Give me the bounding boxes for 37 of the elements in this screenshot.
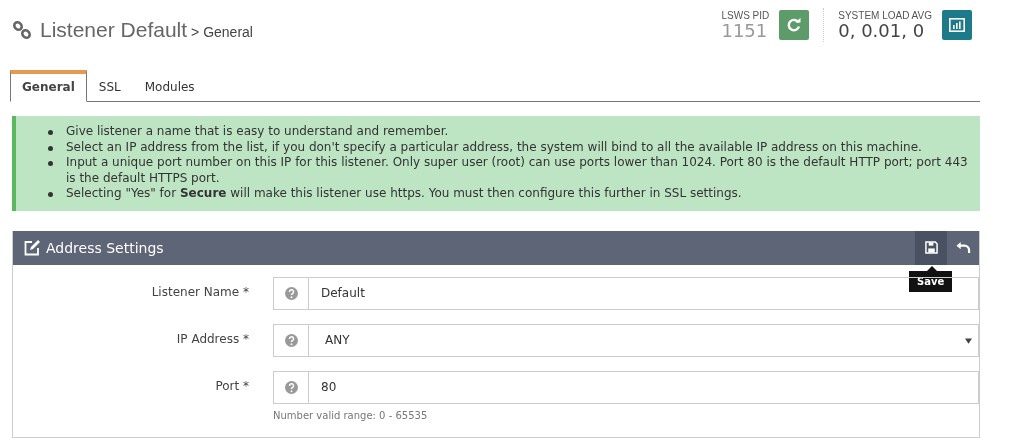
tip-text: Selecting "Yes" for Secure will make this listener use https. You must then configure this further in SSL settings. — [66, 186, 742, 202]
bar-chart-icon — [949, 18, 965, 32]
bullet-icon — [48, 192, 53, 197]
bullet-icon — [48, 145, 53, 151]
input-field[interactable]: 80 — [273, 370, 979, 404]
link-icon — [12, 20, 32, 40]
help-icon — [284, 380, 298, 394]
edit-icon — [23, 238, 41, 257]
tip-text: Select an IP address from the list, if you don't specify a particular address, the system will bind to all the available IP address on this machine. — [66, 139, 922, 155]
tab[interactable]: General — [10, 70, 87, 102]
select-field[interactable]: ANY — [273, 323, 979, 357]
bullet-icon — [48, 161, 53, 166]
panel-title: Address Settings — [46, 239, 164, 256]
load-value: 0, 0.01, 0 — [838, 20, 926, 41]
tip-text: Give listener a name that is easy to understand and remember. — [66, 124, 449, 140]
tab[interactable]: Modules — [132, 70, 207, 102]
dropdown-caret-icon — [965, 337, 972, 344]
help-icon — [284, 286, 298, 300]
breadcrumb: > General — [191, 23, 253, 40]
pid-value: 1151 — [721, 20, 769, 41]
load-label: SYSTEM LOAD AVG — [838, 9, 932, 21]
stats-button[interactable] — [942, 10, 972, 40]
page-title: Listener Default — [40, 18, 188, 42]
bullet-icon — [48, 130, 53, 135]
field-label: Port * — [214, 377, 249, 395]
field-hint: Number valid range: 0 - 65535 — [273, 409, 429, 421]
save-icon — [924, 241, 938, 254]
pid-label: LSWS PID — [721, 9, 770, 21]
tab[interactable]: SSL — [86, 70, 133, 102]
field-label: IP Address * — [175, 330, 249, 348]
undo-icon — [955, 241, 971, 254]
refresh-icon — [786, 17, 803, 33]
tip-text: Input a unique port number on this IP for this listener. Only super user (root) can use ports lower than 1024. Port 80 is the default HTTP port; port 443 is the default HTTPS port. — [66, 155, 969, 186]
save-button[interactable] — [915, 230, 947, 265]
field-label: Listener Name * — [150, 283, 249, 301]
restart-button[interactable] — [779, 10, 810, 40]
help-icon — [284, 333, 298, 347]
